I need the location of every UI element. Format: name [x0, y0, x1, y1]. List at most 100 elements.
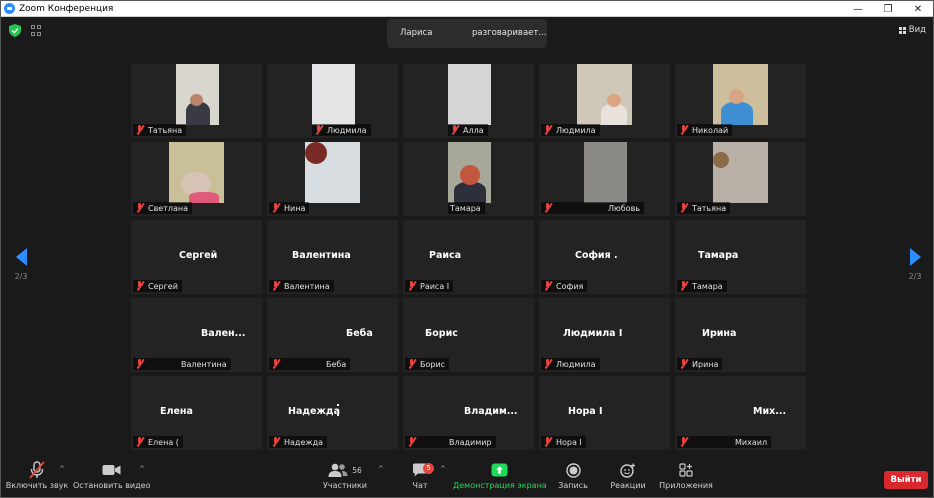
- muted-mic-icon: [407, 359, 416, 369]
- apps-label: Приложения: [659, 481, 713, 490]
- participant-nameplate: Татьяна: [133, 124, 187, 136]
- share-screen-button[interactable]: Демонстрация экрана: [453, 459, 547, 497]
- muted-mic-icon: [271, 437, 280, 447]
- audio-options-caret-icon[interactable]: ^: [59, 465, 65, 473]
- participant-display-name: Беба: [346, 328, 373, 339]
- participant-tile[interactable]: Светлана: [131, 142, 262, 216]
- muted-mic-icon: [135, 125, 144, 135]
- apps-button[interactable]: Приложения: [657, 459, 715, 497]
- participant-tile[interactable]: Любовь: [539, 142, 670, 216]
- video-options-caret-icon[interactable]: ^: [139, 465, 145, 473]
- minimize-button[interactable]: —: [843, 1, 873, 17]
- view-grid-icon: [898, 26, 906, 34]
- smiley-reaction-icon: [620, 463, 635, 478]
- share-screen-icon: [491, 463, 507, 477]
- record-icon: [565, 462, 581, 478]
- stop-video-label: Остановить видео: [73, 481, 151, 490]
- muted-microphone-icon: [29, 461, 45, 479]
- security-shield-icon[interactable]: [9, 24, 21, 37]
- muted-mic-icon: [679, 437, 688, 447]
- participant-tile[interactable]: Сергей Сергей: [131, 220, 262, 294]
- participant-tile[interactable]: Беба Беба: [267, 298, 398, 372]
- muted-mic-icon: [135, 203, 144, 213]
- chat-options-caret-icon[interactable]: ^: [440, 465, 446, 473]
- active-speaker-name: Лариса: [400, 28, 433, 38]
- participant-display-name: Раиса: [429, 250, 462, 261]
- restore-button[interactable]: ❐: [873, 1, 903, 17]
- participant-tile[interactable]: Татьяна: [131, 64, 262, 138]
- muted-mic-icon: [271, 359, 280, 369]
- participant-tile[interactable]: Николай: [675, 64, 806, 138]
- participant-tile[interactable]: София . София: [539, 220, 670, 294]
- leave-meeting-button[interactable]: Выйти: [884, 471, 928, 489]
- participant-tile[interactable]: Елена Елена (: [131, 376, 262, 450]
- participant-nameplate: Людмила: [541, 124, 600, 136]
- participant-nameplate: Людмила: [541, 358, 600, 370]
- participant-tile[interactable]: Надежда Надежда: [267, 376, 398, 450]
- participant-display-name: Нора I: [568, 406, 603, 417]
- participant-tile[interactable]: Нора I Нора I: [539, 376, 670, 450]
- participant-nameplate: Михаил: [677, 436, 772, 448]
- participant-tile[interactable]: Ирина Ирина: [675, 298, 806, 372]
- zoom-logo-icon: [4, 3, 15, 14]
- participant-video: [584, 142, 627, 203]
- participant-tile[interactable]: Вален... Валентина: [131, 298, 262, 372]
- participant-nameplate: Ирина: [677, 358, 723, 370]
- record-button[interactable]: Запись: [554, 459, 592, 497]
- participant-nameplate: Надежда: [269, 436, 328, 448]
- participant-gallery: Татьяна Людмила Алла Людмила Николай Све…: [131, 64, 806, 450]
- reactions-button[interactable]: Реакции: [608, 459, 648, 497]
- participant-nameplate: Нина: [269, 202, 310, 214]
- muted-mic-icon: [679, 203, 688, 213]
- participant-tile[interactable]: Тамара Тамара: [675, 220, 806, 294]
- next-page-button[interactable]: 2/3: [905, 248, 925, 288]
- meeting-info-grid-icon[interactable]: [31, 25, 42, 36]
- participant-nameplate: Светлана: [133, 202, 193, 214]
- participant-display-name: Надежда: [288, 406, 341, 417]
- page-indicator-left: 2/3: [14, 272, 28, 281]
- participant-display-name: Вален...: [201, 328, 246, 339]
- participant-display-name: София .: [575, 250, 618, 261]
- participant-nameplate: Тамара: [677, 280, 727, 292]
- previous-page-button[interactable]: 2/3: [11, 248, 31, 288]
- participants-options-caret-icon[interactable]: ^: [378, 465, 384, 473]
- participant-nameplate: Борис: [405, 358, 450, 370]
- participants-button[interactable]: 56 Участники: [321, 459, 369, 497]
- muted-mic-icon: [314, 125, 323, 135]
- participant-tile[interactable]: Мих... Михаил: [675, 376, 806, 450]
- chat-unread-badge: 5: [423, 463, 434, 474]
- close-window-button[interactable]: ✕: [903, 1, 933, 17]
- participant-display-name: Владим...: [464, 406, 518, 417]
- participant-tile[interactable]: Борис Борис: [403, 298, 534, 372]
- participant-tile[interactable]: Людмила: [539, 64, 670, 138]
- stop-video-button[interactable]: Остановить видео: [73, 459, 151, 497]
- participant-nameplate: Тамара: [448, 202, 485, 214]
- participant-nameplate: Любовь: [541, 202, 645, 214]
- participant-tile[interactable]: Людмила I Людмила: [539, 298, 670, 372]
- apps-icon: [679, 463, 693, 477]
- chat-button[interactable]: 5 Чат: [405, 459, 435, 497]
- more-options-icon[interactable]: [337, 404, 340, 416]
- view-button[interactable]: Вид: [898, 25, 926, 35]
- muted-mic-icon: [679, 125, 688, 135]
- participant-tile[interactable]: Раиса Раиса I: [403, 220, 534, 294]
- participant-tile[interactable]: Алла: [403, 64, 534, 138]
- participant-nameplate: София: [541, 280, 588, 292]
- participant-nameplate: Николай: [677, 124, 733, 136]
- participant-nameplate: Алла: [448, 124, 488, 136]
- participant-nameplate: Сергей: [133, 280, 182, 292]
- participant-tile[interactable]: Владим... Владимир: [403, 376, 534, 450]
- participant-tile[interactable]: Нина: [267, 142, 398, 216]
- participant-video: [448, 142, 491, 203]
- muted-mic-icon: [450, 125, 459, 135]
- participant-tile[interactable]: Валентина Валентина: [267, 220, 398, 294]
- participant-display-name: Сергей: [179, 250, 218, 261]
- record-label: Запись: [558, 481, 588, 490]
- participant-nameplate: Беба: [269, 358, 351, 370]
- participant-video: [448, 64, 491, 125]
- participant-tile[interactable]: Людмила: [267, 64, 398, 138]
- participant-tile[interactable]: Тамара: [403, 142, 534, 216]
- participant-tile[interactable]: Татьяна: [675, 142, 806, 216]
- participant-display-name: Ирина: [702, 328, 737, 339]
- participant-nameplate: Татьяна: [677, 202, 731, 214]
